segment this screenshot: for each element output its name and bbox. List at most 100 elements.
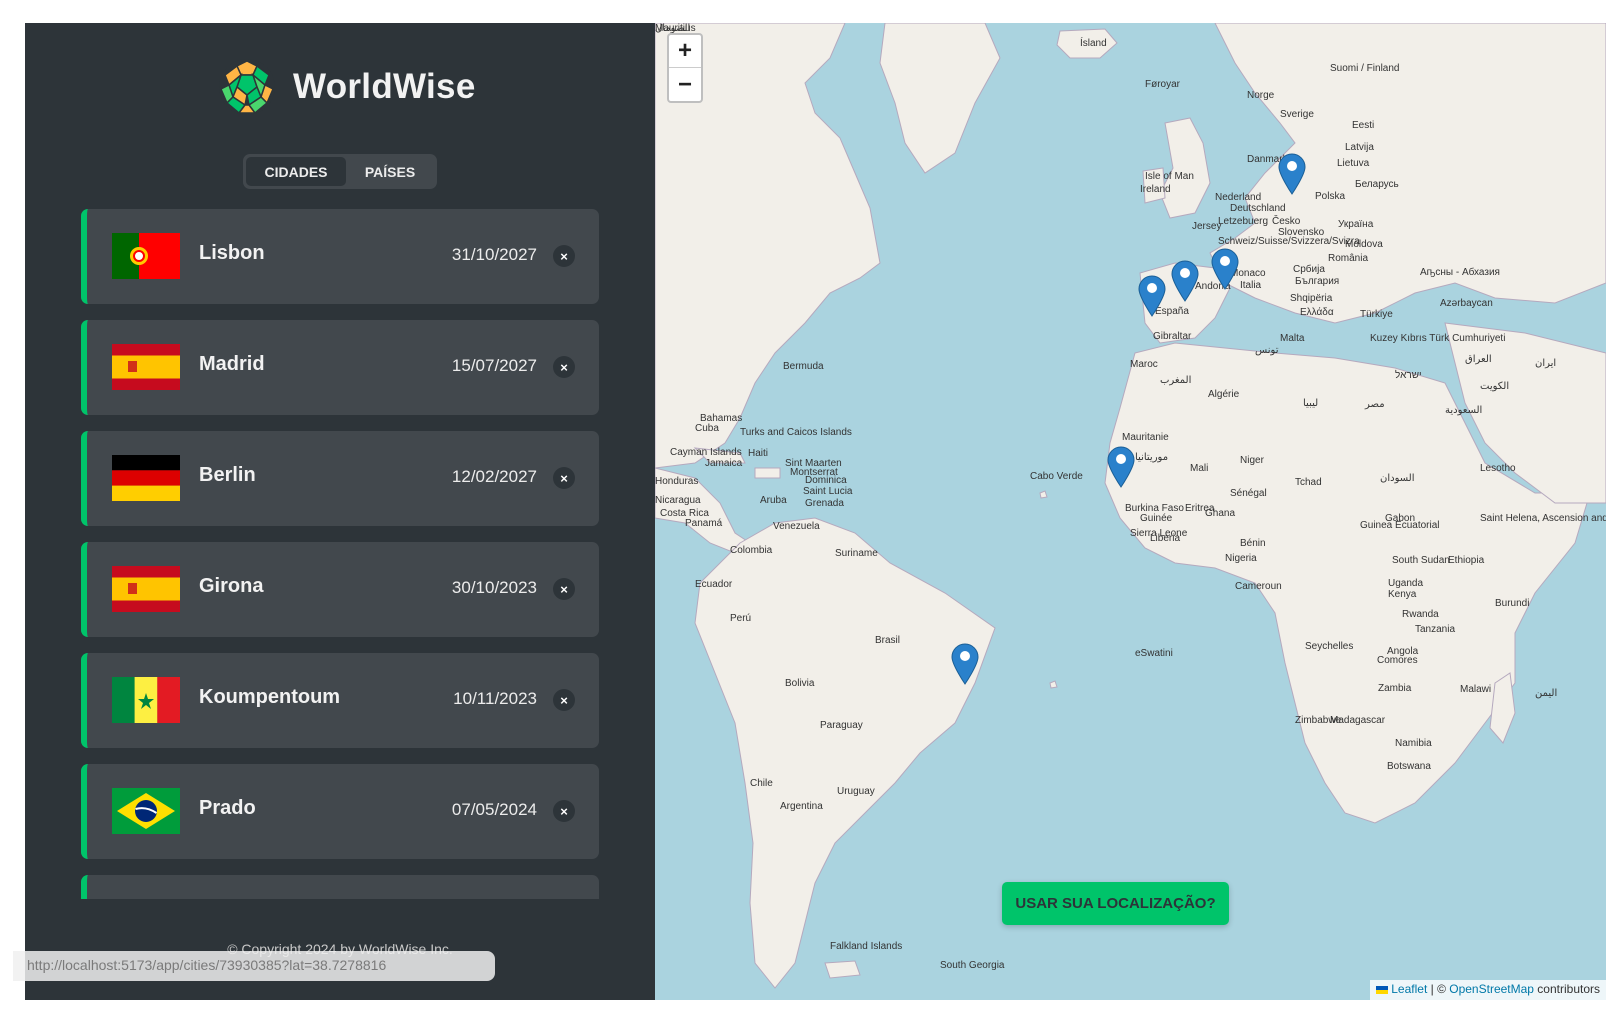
city-item[interactable]: Prado 07/05/2024 × xyxy=(81,764,599,859)
map-place-label: Bénin xyxy=(1240,538,1266,549)
map-place-label: Аҧсны - Абхазия xyxy=(1420,267,1500,278)
tab-countries[interactable]: PAÍSES xyxy=(346,157,434,186)
map-place-label: Jersey xyxy=(1192,221,1222,232)
city-item[interactable]: Lisbon 31/10/2027 × xyxy=(81,209,599,304)
use-location-button[interactable]: USAR SUA LOCALIZAÇÃO? xyxy=(1002,882,1229,925)
map-place-label: ישראל xyxy=(1395,370,1422,381)
map-place-label: Letzebuerg xyxy=(1218,216,1269,227)
map-place-label: Liberia xyxy=(1150,533,1181,544)
delete-button[interactable]: × xyxy=(553,467,575,489)
map-place-label: Kenya xyxy=(1388,589,1417,600)
map-place-label: Tchad xyxy=(1295,477,1322,488)
map-place-label: Føroyar xyxy=(1145,79,1180,90)
brand-name: WorldWise xyxy=(293,67,476,106)
map-place-label: Cayman Islands xyxy=(670,447,742,458)
map-place-label: Ireland xyxy=(1140,184,1171,195)
map-place-label: Mali xyxy=(1190,463,1209,474)
zoom-out-button[interactable]: − xyxy=(669,68,701,101)
delete-button[interactable]: × xyxy=(553,689,575,711)
nav-tabs: CIDADES PAÍSES xyxy=(243,154,437,189)
tab-cities[interactable]: CIDADES xyxy=(246,157,346,186)
map[interactable]: Ísland Føroyar Norge Sverige Suomi / Finland… xyxy=(655,23,1606,1000)
city-item[interactable]: Madrid 15/07/2027 × xyxy=(81,320,599,415)
map-place-label: Nederland xyxy=(1215,192,1262,203)
zoom-in-button[interactable]: + xyxy=(669,35,701,68)
map-place-label: Saint Helena, Ascension and Tristan da C… xyxy=(1480,513,1606,524)
germany-flag-icon xyxy=(112,455,180,501)
map-place-label: تونس xyxy=(1255,345,1279,356)
map-place-label: Brasil xyxy=(875,635,901,646)
map-place-label: Malawi xyxy=(1460,684,1492,695)
map-marker-icon[interactable] xyxy=(1138,275,1166,317)
map-marker-icon[interactable] xyxy=(1211,248,1239,290)
delete-button[interactable]: × xyxy=(553,800,575,822)
map-place-label: Honduras xyxy=(655,476,699,487)
map-place-label: Panamá xyxy=(685,518,723,529)
map-place-label: Botswana xyxy=(1387,761,1431,772)
map-place-label: Ghana xyxy=(1205,508,1236,519)
map-place-label: Cameroun xyxy=(1235,581,1282,592)
delete-button[interactable]: × xyxy=(553,356,575,378)
map-place-label: Eesti xyxy=(1352,120,1375,131)
map-place-label: المغرب xyxy=(1160,375,1192,386)
map-place-label: Shqipëria xyxy=(1290,293,1333,304)
map-place-label: Chile xyxy=(750,778,773,789)
map-place-label: Deutschland xyxy=(1230,203,1286,214)
map-place-label: Malta xyxy=(1280,333,1305,344)
map-place-label: Sénégal xyxy=(1230,488,1267,499)
map-place-label: ليبيا xyxy=(1303,398,1319,409)
delete-button[interactable]: × xyxy=(553,245,575,267)
map-marker-icon[interactable] xyxy=(1107,446,1135,488)
map-place-label: العراق xyxy=(1465,354,1492,365)
map-place-label: Latvija xyxy=(1345,142,1374,153)
map-place-label: Perú xyxy=(730,613,752,624)
map-place-label: Burundi xyxy=(1495,598,1530,609)
map-place-label: South Sudan xyxy=(1392,555,1450,566)
map-place-label: South Georgia xyxy=(940,960,1005,971)
worldwise-logo-icon xyxy=(219,59,275,115)
city-item[interactable]: Girona 30/10/2023 × xyxy=(81,542,599,637)
map-attribution: Leaflet | © OpenStreetMap contributors xyxy=(1370,980,1606,1000)
city-item[interactable]: Berlin 12/02/2027 × xyxy=(81,431,599,526)
delete-button[interactable]: × xyxy=(553,578,575,600)
map-place-label: eSwatini xyxy=(1135,648,1173,659)
app-window: WorldWise CIDADES PAÍSES Lisbon 31/10/20… xyxy=(13,23,1606,1000)
sidebar: WorldWise CIDADES PAÍSES Lisbon 31/10/20… xyxy=(25,23,655,1000)
map-marker-icon[interactable] xyxy=(951,643,979,685)
map-place-label: مصر xyxy=(1365,399,1385,410)
brazil-flag-icon xyxy=(112,788,180,834)
city-item[interactable] xyxy=(81,875,599,899)
city-date: 15/07/2027 xyxy=(451,356,537,375)
city-date: 12/02/2027 xyxy=(451,467,537,486)
leaflet-link[interactable]: Leaflet xyxy=(1391,982,1427,996)
city-item[interactable]: Koumpentoum 10/11/2023 × xyxy=(81,653,599,748)
map-place-label: Rwanda xyxy=(1402,609,1439,620)
map-place-label: السعودية xyxy=(1445,405,1483,416)
city-name: Prado xyxy=(199,797,256,819)
osm-link[interactable]: OpenStreetMap xyxy=(1449,982,1534,996)
map-place-label: Norge xyxy=(1247,90,1275,101)
map-place-label: الكويت xyxy=(1480,381,1510,392)
city-date: 30/10/2023 xyxy=(451,578,537,597)
city-list[interactable]: Lisbon 31/10/2027 × Madrid 15/07/2027 × … xyxy=(81,209,599,899)
spain-flag-icon xyxy=(112,566,180,612)
map-place-label: Suriname xyxy=(835,548,878,559)
city-date: 07/05/2024 xyxy=(451,800,537,819)
map-place-label: Schweiz/Suisse/Svizzera/Svizra xyxy=(1218,236,1360,247)
city-name: Girona xyxy=(199,575,264,597)
map-place-label: Lesotho xyxy=(1480,463,1516,474)
map-place-label: Dominica xyxy=(805,475,847,486)
map-place-label: Česko xyxy=(1272,216,1301,227)
map-place-label: Nigeria xyxy=(1225,553,1257,564)
map-place-label: Bermuda xyxy=(783,361,824,372)
map-place-label: Zambia xyxy=(1378,683,1412,694)
map-marker-icon[interactable] xyxy=(1278,153,1306,195)
map-marker-icon[interactable] xyxy=(1171,260,1199,302)
city-name: Madrid xyxy=(199,353,265,375)
logo[interactable]: WorldWise xyxy=(217,56,476,118)
map-place-label: Grenada xyxy=(805,498,844,509)
map-place-label: România xyxy=(1328,253,1369,264)
map-place-label: موريتانيا xyxy=(1135,452,1169,463)
map-place-label: България xyxy=(1295,276,1340,287)
map-place-label: Namibia xyxy=(1395,738,1432,749)
